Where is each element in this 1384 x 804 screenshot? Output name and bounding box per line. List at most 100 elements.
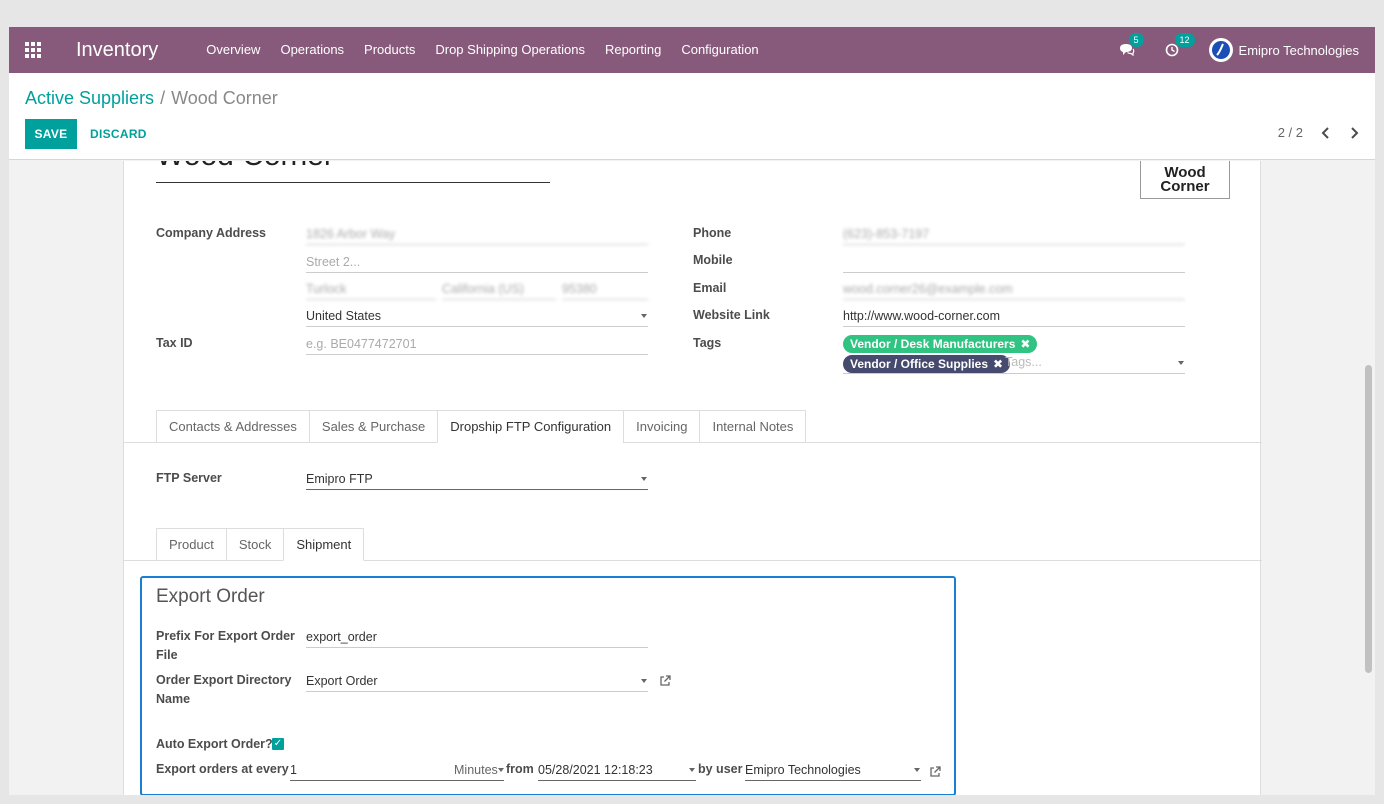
caret-down-icon <box>641 314 647 318</box>
interval-unit-select[interactable]: Minutes <box>454 761 498 779</box>
mobile-field[interactable] <box>843 253 1185 273</box>
tag-desk-manufacturers[interactable]: Vendor / Desk Manufacturers ✖ <box>843 335 1038 353</box>
street2-field[interactable]: Street 2... <box>306 253 648 273</box>
messages-count-badge: 5 <box>1128 33 1144 47</box>
external-link-icon[interactable] <box>929 766 941 778</box>
scrollbar[interactable] <box>1365 365 1372 673</box>
export-directory-label-line1: Order Export Directory <box>156 673 292 687</box>
export-order-title: Export Order <box>156 586 265 607</box>
form-view: Wood Corner Wood Corner Company Address … <box>9 161 1375 795</box>
caret-down-icon <box>641 477 647 481</box>
tags-input[interactable]: Tags... <box>1005 355 1042 369</box>
menu-drop-shipping-operations[interactable]: Drop Shipping Operations <box>425 27 595 73</box>
tags-label: Tags <box>693 336 722 350</box>
tag-label: Vendor / Office Supplies <box>850 357 989 371</box>
discard-button[interactable]: DISCARD <box>90 119 147 149</box>
breadcrumb: Active Suppliers / Wood Corner <box>25 88 278 109</box>
ftp-server-value: Emipro FTP <box>306 472 373 486</box>
tax-id-field[interactable]: e.g. BE0477472701 <box>306 335 648 355</box>
pager: 2 / 2 <box>1278 125 1359 140</box>
user-menu[interactable]: Emipro Technologies <box>1208 38 1359 62</box>
check-icon: ✓ <box>273 738 283 749</box>
mobile-label: Mobile <box>693 253 733 267</box>
from-datetime-field[interactable]: 05/28/2021 12:18:23 <box>538 761 696 781</box>
tab-invoicing[interactable]: Invoicing <box>623 410 700 443</box>
chevron-left-icon[interactable] <box>1321 126 1331 139</box>
user-avatar <box>1208 38 1233 62</box>
subtab-product[interactable]: Product <box>156 528 226 561</box>
app-name[interactable]: Inventory <box>76 39 158 62</box>
remove-tag-icon[interactable]: ✖ <box>993 357 1003 371</box>
ftp-server-select[interactable]: Emipro FTP <box>306 470 648 490</box>
street-field[interactable]: 1826 Arbor Way <box>306 225 648 245</box>
main-menu: Overview Operations Products Drop Shippi… <box>196 27 768 73</box>
external-link-icon[interactable] <box>659 675 671 687</box>
zip-field[interactable]: 95380 <box>562 280 648 300</box>
export-directory-select[interactable]: Export Order <box>306 672 648 692</box>
export-interval-field[interactable]: 1 Minutes <box>290 761 504 781</box>
email-label: Email <box>693 281 727 295</box>
menu-reporting[interactable]: Reporting <box>595 27 671 73</box>
state-field[interactable]: California (US) <box>442 280 556 300</box>
by-user-label: by user <box>698 762 743 776</box>
export-directory-label: Order Export Directory Name <box>156 673 291 706</box>
company-logo[interactable]: Wood Corner <box>1140 161 1230 199</box>
website-label: Website Link <box>693 308 770 322</box>
tab-sales-purchase[interactable]: Sales & Purchase <box>308 410 438 443</box>
chevron-right-icon[interactable] <box>1349 126 1359 139</box>
country-select[interactable]: United States <box>306 307 648 327</box>
systray: 5 12 Emipro Technologies <box>1119 27 1375 73</box>
caret-down-icon <box>641 679 647 683</box>
tab-contacts-addresses[interactable]: Contacts & Addresses <box>156 410 309 443</box>
export-directory-value: Export Order <box>306 674 378 688</box>
remove-tag-icon[interactable]: ✖ <box>1020 337 1030 351</box>
breadcrumb-parent-link[interactable]: Active Suppliers <box>25 88 154 108</box>
breadcrumb-separator: / <box>160 88 166 108</box>
from-label: from <box>506 762 534 776</box>
user-select[interactable]: Emipro Technologies <box>745 761 921 781</box>
country-value: United States <box>306 309 382 323</box>
subtab-shipment[interactable]: Shipment <box>283 528 365 561</box>
caret-down-icon <box>1178 361 1184 365</box>
menu-operations[interactable]: Operations <box>270 27 354 73</box>
record-name[interactable]: Wood Corner <box>156 161 334 173</box>
auto-export-label: Auto Export Order? <box>156 737 273 751</box>
pager-value[interactable]: 2 / 2 <box>1278 125 1303 140</box>
tab-internal-notes[interactable]: Internal Notes <box>699 410 807 443</box>
ftp-server-label: FTP Server <box>156 471 222 485</box>
phone-field[interactable]: (623)-853-7197 <box>843 225 1185 245</box>
menu-products[interactable]: Products <box>354 27 425 73</box>
top-navbar: Inventory Overview Operations Products D… <box>9 27 1375 73</box>
caret-down-icon <box>689 768 695 772</box>
tab-dropship-ftp-configuration[interactable]: Dropship FTP Configuration <box>437 410 624 443</box>
control-panel: Active Suppliers / Wood Corner SAVE DISCAR… <box>9 73 1375 160</box>
save-button[interactable]: SAVE <box>25 119 77 149</box>
city-field[interactable]: Turlock <box>306 280 436 300</box>
company-address-label: Company Address <box>156 226 266 240</box>
prefix-label-line2: File <box>156 648 178 662</box>
auto-export-checkbox[interactable]: ✓ <box>272 738 284 750</box>
website-field[interactable]: http://www.wood-corner.com <box>843 307 1185 327</box>
tag-office-supplies[interactable]: Vendor / Office Supplies ✖ <box>843 355 1011 373</box>
menu-configuration[interactable]: Configuration <box>671 27 768 73</box>
user-value: Emipro Technologies <box>745 763 861 777</box>
tag-label: Vendor / Desk Manufacturers <box>850 337 1016 351</box>
notebook-tabs: Contacts & Addresses Sales & Purchase Dr… <box>156 410 807 443</box>
messages-button[interactable]: 5 <box>1119 33 1144 57</box>
phone-label: Phone <box>693 226 732 240</box>
from-datetime-value: 05/28/2021 12:18:23 <box>538 763 653 777</box>
email-field[interactable]: wood.corner26@example.com <box>843 280 1185 300</box>
prefix-field[interactable]: export_order <box>306 628 648 648</box>
prefix-label-line1: Prefix For Export Order <box>156 629 295 643</box>
menu-overview[interactable]: Overview <box>196 27 270 73</box>
logo-text-line2: Corner <box>1160 178 1210 195</box>
breadcrumb-current: Wood Corner <box>171 88 278 108</box>
apps-menu-icon[interactable] <box>9 27 57 73</box>
export-interval-value: 1 <box>290 763 297 777</box>
subtab-stock[interactable]: Stock <box>225 528 284 561</box>
activities-button[interactable]: 12 <box>1165 33 1195 57</box>
sub-notebook-tabs: Product Stock Shipment <box>156 528 365 561</box>
form-sheet: Wood Corner Wood Corner Company Address … <box>123 161 1262 795</box>
caret-down-icon <box>914 768 920 772</box>
export-directory-label-line2: Name <box>156 692 191 706</box>
